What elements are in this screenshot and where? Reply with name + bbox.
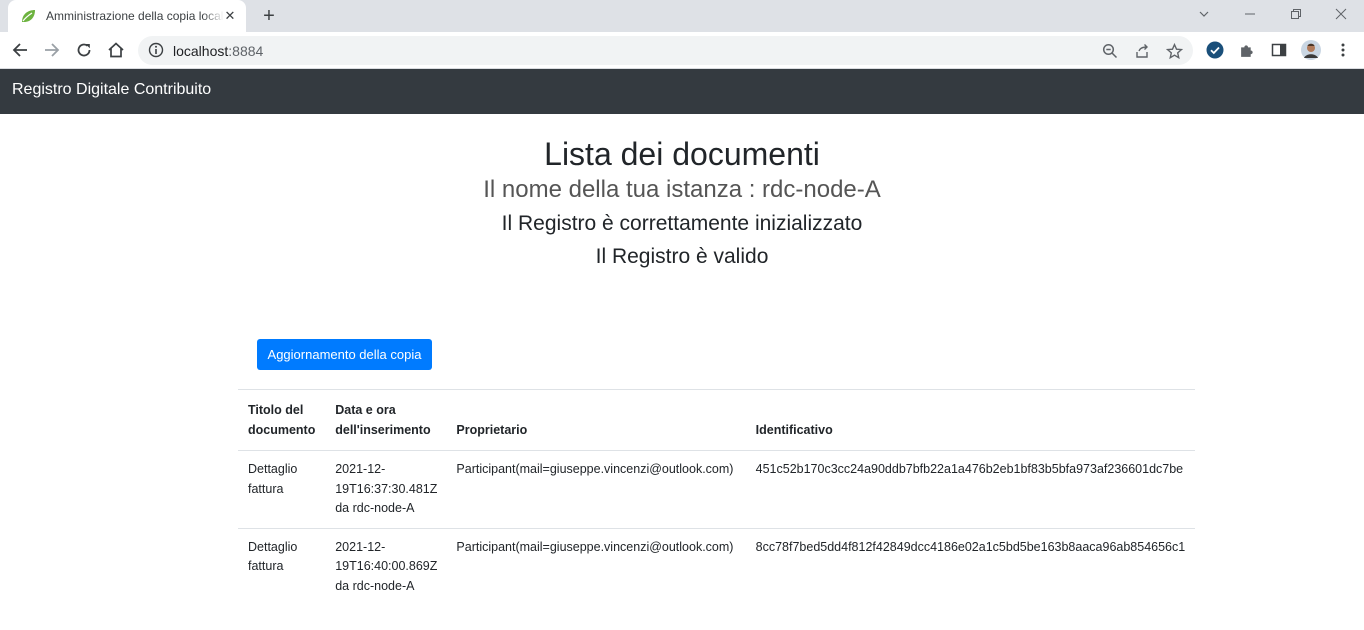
minimize-icon[interactable]	[1227, 0, 1273, 28]
side-panel-icon[interactable]	[1269, 40, 1289, 60]
cell-id: 8cc78f7bed5dd4f812f42849dcc4186e02a1c5bd…	[755, 539, 1186, 554]
zoom-icon[interactable]	[1101, 42, 1119, 60]
spring-leaf-icon	[22, 10, 35, 22]
cell-title: Dettaglio fattura	[238, 450, 326, 529]
update-copy-button[interactable]: Aggiornamento della copia	[257, 339, 432, 370]
home-icon[interactable]	[102, 36, 130, 64]
restore-icon[interactable]	[1273, 0, 1319, 28]
back-icon[interactable]	[6, 36, 34, 64]
column-header-date: Data e ora dell'inserimento	[325, 389, 447, 451]
share-icon[interactable]	[1133, 42, 1151, 60]
browser-tab-strip: Amministrazione della copia locale ✕ +	[0, 0, 1364, 32]
cell-owner: Participant(mail=giuseppe.vincenzi@outlo…	[446, 450, 746, 529]
url-text: localhost:8884	[173, 43, 264, 59]
cell-date: 2021-12- 19T16:37:30.481Z da rdc-node-A	[325, 450, 447, 529]
extensions-puzzle-icon[interactable]	[1237, 40, 1257, 60]
registry-valid-status: Il Registro è valido	[595, 245, 769, 268]
browser-menu-icon[interactable]	[1333, 40, 1353, 60]
profile-avatar[interactable]	[1301, 40, 1321, 60]
bookmark-star-icon[interactable]	[1165, 42, 1183, 60]
documents-table: Titolo del documento Data e ora dell'inser…	[238, 389, 1195, 605]
page-header: Lista dei documenti Il nome della tua is…	[0, 134, 1364, 271]
browser-toolbar: localhost:8884	[0, 32, 1364, 69]
reload-icon[interactable]	[70, 36, 98, 64]
cell-date: 2021-12- 19T16:40:00.869Z da rdc-node-A	[335, 539, 438, 593]
tab-search-icon[interactable]	[1181, 0, 1227, 28]
forward-icon[interactable]	[38, 36, 66, 64]
registry-init-status: Il Registro è correttamente inizializzat…	[501, 212, 863, 235]
column-header-id: Identificativo	[745, 389, 1195, 451]
cell-id: 451c52b170c3cc24a90ddb7bfb22a1a476b2eb1b…	[745, 450, 1195, 529]
cell-owner: Participant(mail=giuseppe.vincenzi@outlo…	[456, 539, 734, 554]
instance-name: Il nome della tua istanza : rdc-node-A	[483, 176, 881, 203]
table-row: Dettaglio fattura 2021-12- 19T16:40:00.869…	[238, 528, 1195, 605]
site-info-icon[interactable]	[148, 42, 164, 58]
column-header-title: Titolo del documento	[238, 389, 326, 451]
table-row: Dettaglio fattura 2021-12- 19T16:37:30.481…	[238, 450, 1195, 529]
address-bar[interactable]: localhost:8884	[138, 36, 1193, 65]
column-header-owner: Proprietario	[446, 389, 746, 451]
close-window-icon[interactable]	[1318, 0, 1364, 28]
table-header-row: Titolo del documento Data e ora dell'inser…	[238, 389, 1195, 451]
app-navbar: Registro Digitale Contribuito	[0, 69, 1364, 114]
cell-title: Dettaglio fattura	[248, 539, 298, 574]
tab-close-icon[interactable]: ✕	[222, 8, 238, 24]
page-title: Lista dei documenti	[544, 136, 820, 172]
extension-check-icon[interactable]	[1205, 40, 1225, 60]
navbar-brand[interactable]: Registro Digitale Contribuito	[12, 81, 211, 99]
browser-tab-active[interactable]: Amministrazione della copia locale ✕	[8, 0, 246, 32]
new-tab-icon[interactable]: +	[258, 5, 280, 27]
tab-title: Amministrazione della copia locale	[46, 9, 224, 23]
